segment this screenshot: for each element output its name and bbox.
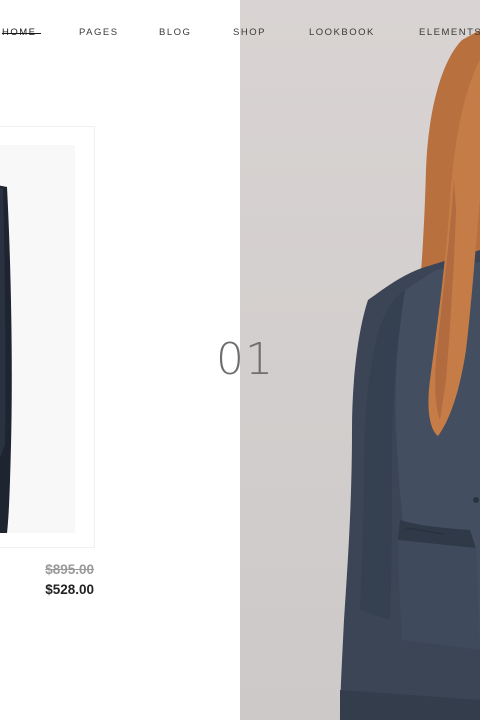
blazer-product-illustration bbox=[0, 185, 12, 533]
product-card[interactable] bbox=[0, 126, 95, 548]
main-navigation: HOME PAGES BLOG SHOP LOOKBOOK ELEMENTS bbox=[0, 0, 480, 64]
nav-item-blog[interactable]: BLOG bbox=[159, 27, 191, 39]
nav-item-lookbook[interactable]: LOOKBOOK bbox=[309, 27, 375, 39]
product-old-price: $895.00 bbox=[45, 562, 94, 577]
product-sale-price: $528.00 bbox=[45, 582, 94, 597]
nav-item-shop[interactable]: SHOP bbox=[233, 27, 266, 39]
nav-item-elements[interactable]: ELEMENTS bbox=[419, 27, 480, 39]
model-illustration bbox=[340, 30, 480, 720]
slide-counter: 01 bbox=[216, 334, 274, 385]
nav-item-home[interactable]: HOME bbox=[2, 27, 40, 39]
nav-item-pages[interactable]: PAGES bbox=[79, 27, 119, 39]
hero-model-photo bbox=[240, 0, 480, 720]
product-image[interactable] bbox=[0, 145, 75, 533]
